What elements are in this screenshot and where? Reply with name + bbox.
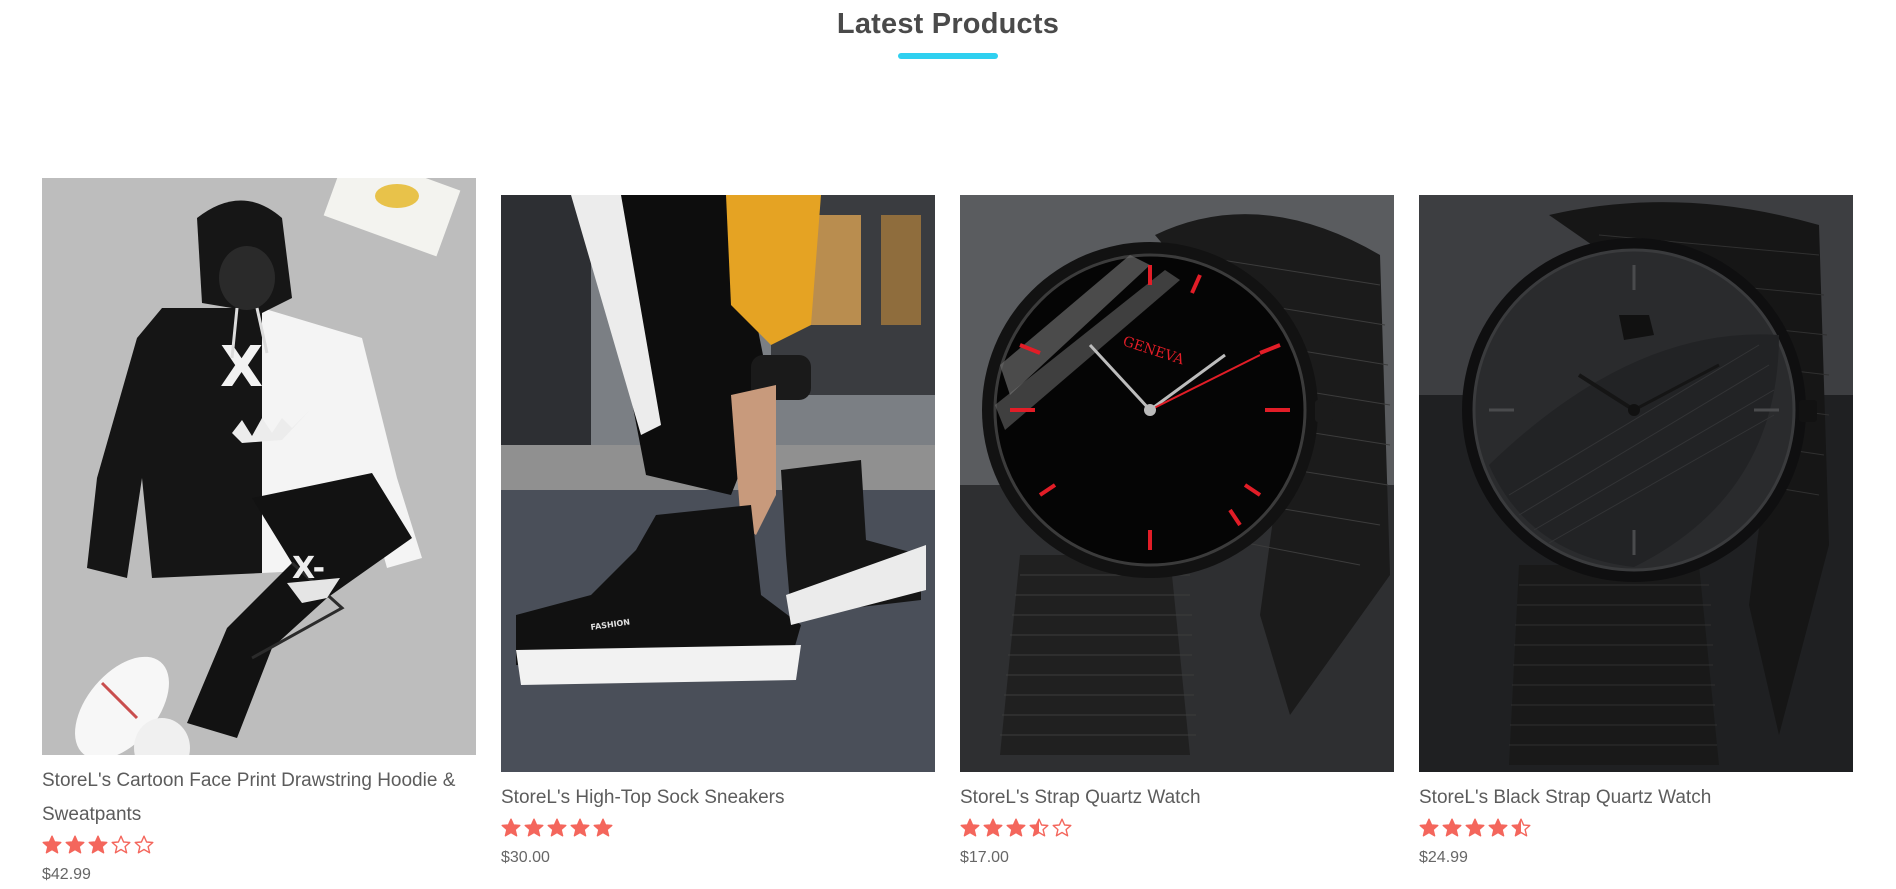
product-image[interactable]: X X- <box>42 178 476 755</box>
star-empty-icon <box>111 835 131 854</box>
star-full-icon <box>88 835 108 854</box>
product-name[interactable]: StoreL's Strap Quartz Watch <box>960 781 1394 815</box>
star-empty-icon <box>134 835 154 854</box>
product-price: $24.99 <box>1419 849 1468 866</box>
svg-text:X: X <box>220 335 263 400</box>
star-rating <box>1419 816 1853 840</box>
star-full-icon <box>1465 818 1485 837</box>
star-full-icon <box>570 818 590 837</box>
product-image[interactable]: GENEVA <box>960 195 1394 772</box>
star-full-icon <box>593 818 613 837</box>
star-full-icon <box>42 835 62 854</box>
product-price: $30.00 <box>501 849 550 866</box>
product-grid: X X- StoreL's Cartoon Face Print Drawstr… <box>42 0 1854 889</box>
product-name[interactable]: StoreL's Black Strap Quartz Watch <box>1419 781 1853 815</box>
product-image[interactable]: FASHION <box>501 195 935 772</box>
star-full-icon <box>1488 818 1508 837</box>
product-card[interactable]: FASHION StoreL's High-Top Sock Sneakers … <box>501 195 935 867</box>
product-price: $42.99 <box>42 866 91 883</box>
star-rating <box>42 833 476 857</box>
star-full-icon <box>960 818 980 837</box>
star-full-icon <box>1006 818 1026 837</box>
star-half-icon <box>1029 818 1049 837</box>
star-rating <box>960 816 1394 840</box>
star-full-icon <box>983 818 1003 837</box>
product-image[interactable] <box>1419 195 1853 772</box>
product-card[interactable]: X X- StoreL's Cartoon Face Print Drawstr… <box>42 178 476 884</box>
product-name[interactable]: StoreL's Cartoon Face Print Drawstring H… <box>42 764 476 832</box>
product-name[interactable]: StoreL's High-Top Sock Sneakers <box>501 781 935 815</box>
star-full-icon <box>1419 818 1439 837</box>
sneakers-photo: FASHION <box>501 195 935 772</box>
product-card[interactable]: StoreL's Black Strap Quartz Watch $24.99 <box>1419 195 1853 867</box>
star-full-icon <box>65 835 85 854</box>
hoodie-set-photo: X X- <box>42 178 476 755</box>
product-price: $17.00 <box>960 849 1009 866</box>
star-rating <box>501 816 935 840</box>
star-full-icon <box>524 818 544 837</box>
star-full-icon <box>501 818 521 837</box>
star-full-icon <box>547 818 567 837</box>
star-full-icon <box>1442 818 1462 837</box>
black-watch-photo <box>1419 195 1853 772</box>
red-watch-photo: GENEVA <box>960 195 1394 772</box>
star-half-icon <box>1511 818 1531 837</box>
product-card[interactable]: GENEVA StoreL's Strap Quartz Watch $17.0… <box>960 195 1394 867</box>
star-empty-icon <box>1052 818 1072 837</box>
